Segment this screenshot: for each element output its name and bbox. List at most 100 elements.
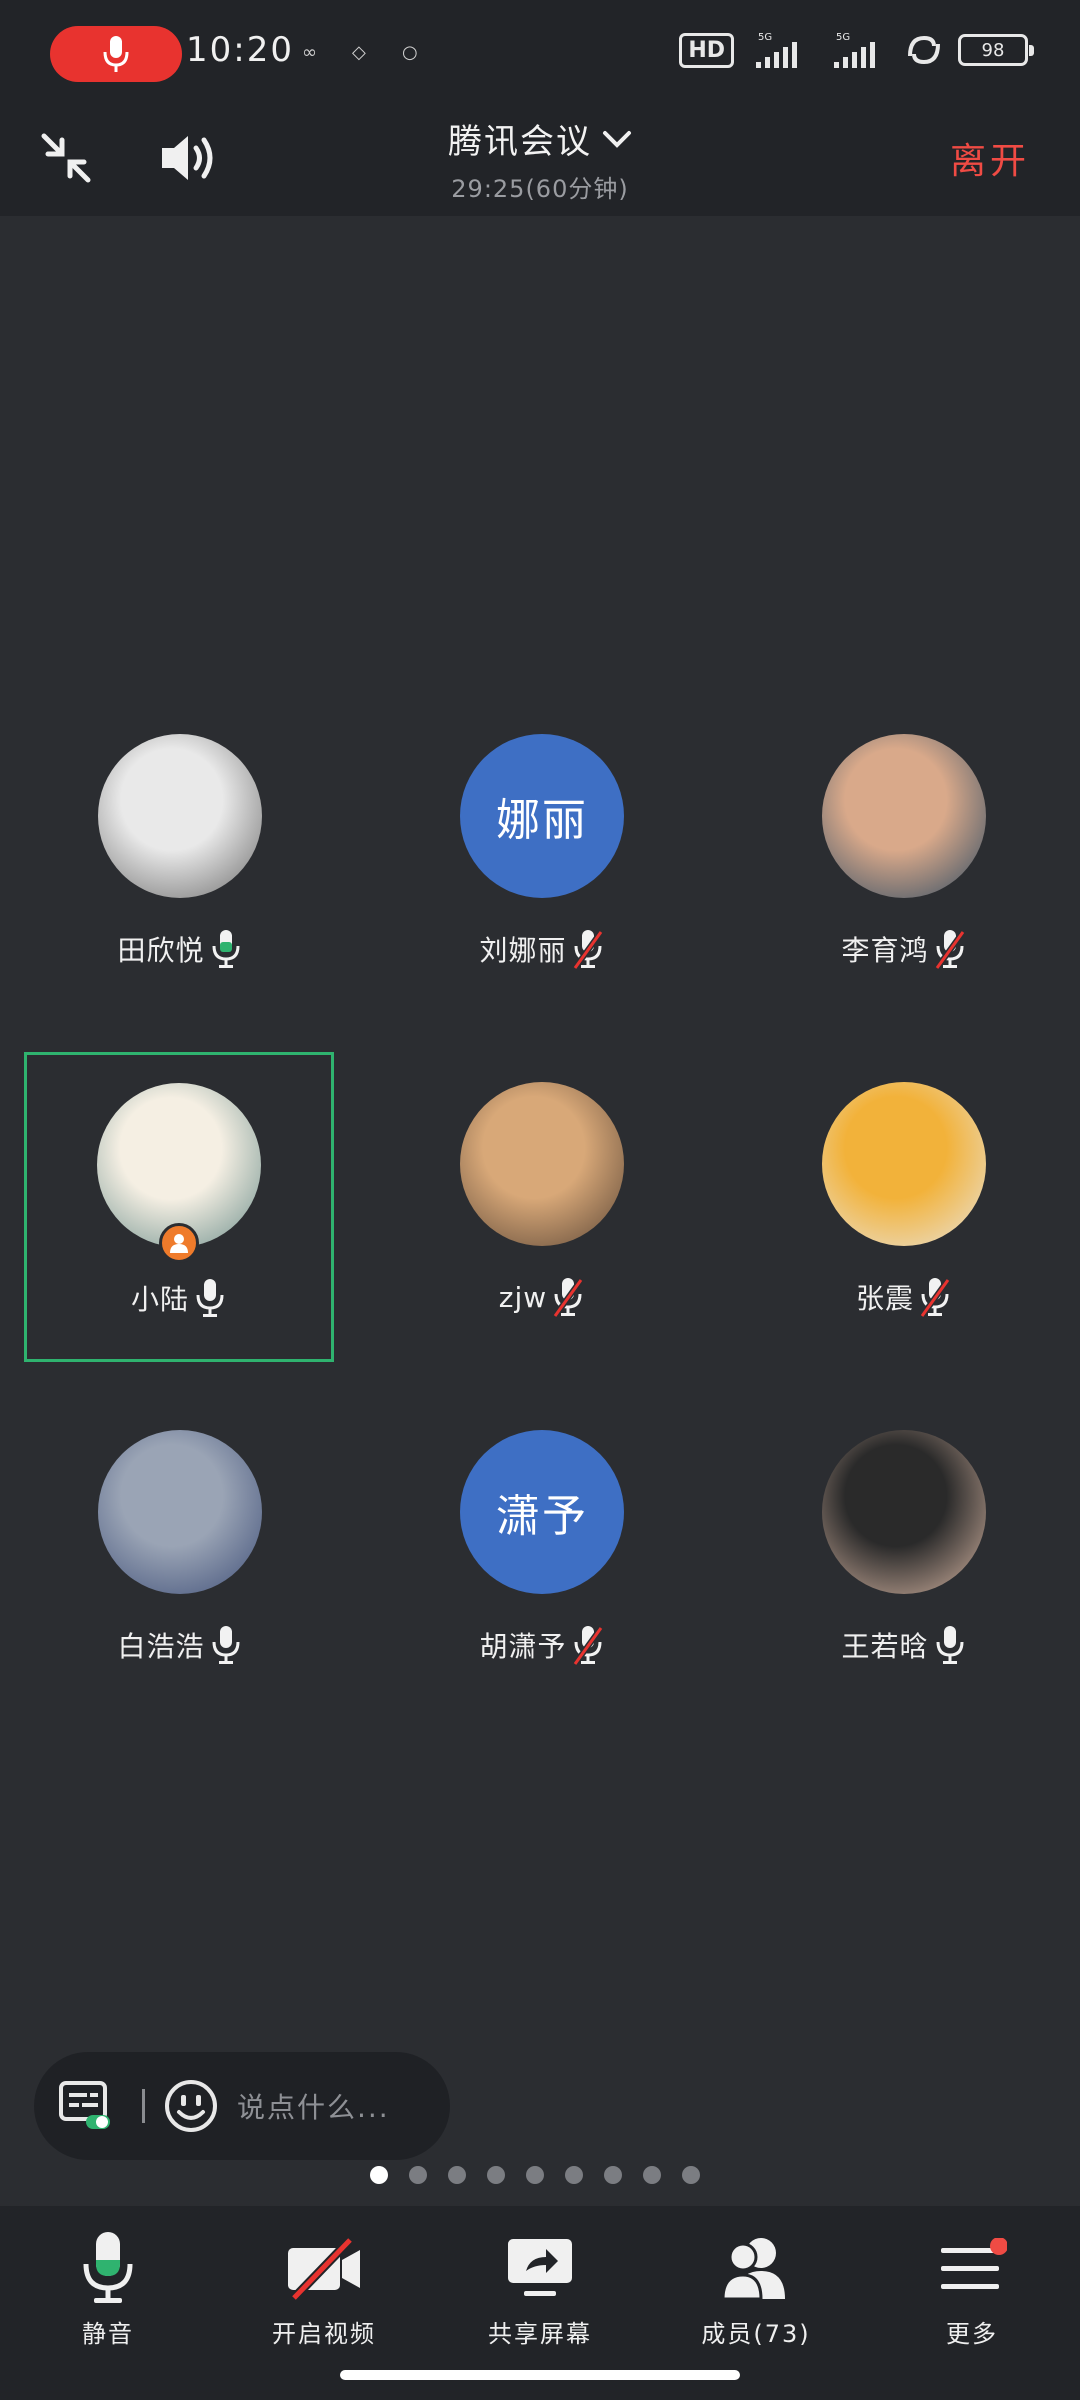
participant-tile[interactable]: 潇予 胡潇予 xyxy=(386,1412,696,1722)
participant-tile[interactable]: 田欣悦 xyxy=(24,716,334,1026)
svg-text:5G: 5G xyxy=(836,32,850,43)
participant-tile[interactable]: zjw xyxy=(386,1064,696,1374)
chat-input[interactable]: 说点什么... xyxy=(237,2086,390,2126)
participant-tile[interactable]: 李育鸿 xyxy=(748,716,1058,1026)
members-icon xyxy=(721,2238,785,2301)
page-dot[interactable] xyxy=(643,2166,661,2184)
mic-muted-icon xyxy=(572,930,603,970)
microphone-icon xyxy=(103,36,129,72)
participant-name-row: 张震 xyxy=(748,1276,1058,1318)
emoji-icon[interactable] xyxy=(163,2078,219,2134)
participant-mic-status xyxy=(934,928,965,970)
participant-name: 刘娜丽 xyxy=(479,934,567,967)
participant-name-row: 田欣悦 xyxy=(24,928,334,970)
avatar xyxy=(822,1430,986,1594)
participant-name-row: 刘娜丽 xyxy=(386,928,696,970)
page-indicator xyxy=(370,2166,700,2184)
avatar-initials: 娜丽 xyxy=(496,795,588,846)
participant-name-row: 白浩浩 xyxy=(24,1624,334,1666)
microphone-icon xyxy=(212,1626,239,1664)
share-screen-label: 共享屏幕 xyxy=(488,2320,592,2348)
avatar: 娜丽 xyxy=(460,734,624,898)
participant-tile[interactable]: 张震 xyxy=(748,1064,1058,1374)
participant-name-row: 小陆 xyxy=(23,1277,333,1319)
start-video-button[interactable]: 开启视频 xyxy=(244,2228,404,2349)
microphone-icon xyxy=(83,2232,133,2303)
more-button[interactable]: 更多 xyxy=(892,2228,1052,2349)
participant-mic-status xyxy=(211,1624,241,1666)
divider xyxy=(142,2089,145,2123)
mute-button[interactable]: 静音 xyxy=(28,2228,188,2349)
page-dot[interactable] xyxy=(448,2166,466,2184)
participant-name: 张震 xyxy=(855,1282,914,1315)
participant-mic-status xyxy=(572,928,603,970)
signal-icon: 5G xyxy=(834,32,875,68)
participant-name: 白浩浩 xyxy=(117,1630,205,1663)
participant-mic-status xyxy=(195,1277,225,1319)
participant-name-row: 王若晗 xyxy=(748,1624,1058,1666)
participant-tile[interactable]: 娜丽刘娜丽 xyxy=(386,716,696,1026)
page-dot[interactable] xyxy=(370,2166,388,2184)
signal-icon: 5G xyxy=(756,32,797,68)
battery-icon: 98 xyxy=(958,34,1034,66)
participant-mic-status xyxy=(553,1276,584,1318)
mute-label: 静音 xyxy=(82,2320,134,2348)
members-button[interactable]: 成员(73) xyxy=(676,2228,836,2349)
page-dot[interactable] xyxy=(526,2166,544,2184)
battery-level: 98 xyxy=(981,39,1005,61)
page-dot[interactable] xyxy=(409,2166,427,2184)
avatar xyxy=(98,734,262,898)
video-off-icon xyxy=(288,2236,360,2300)
participant-mic-status xyxy=(935,1624,965,1666)
clock: 10:20 xyxy=(186,30,294,70)
avatar xyxy=(98,1430,262,1594)
participant-mic-status xyxy=(572,1624,603,1666)
start-video-label: 开启视频 xyxy=(272,2320,376,2348)
participant-tile[interactable]: 白浩浩 xyxy=(24,1412,334,1722)
mic-muted-icon xyxy=(934,930,965,970)
subtitle-icon[interactable] xyxy=(58,2079,114,2133)
page-dot[interactable] xyxy=(487,2166,505,2184)
menu-icon xyxy=(941,2238,1007,2289)
avatar xyxy=(822,1082,986,1246)
participant-tile[interactable]: 小陆 xyxy=(24,1052,334,1362)
participant-name: 李育鸿 xyxy=(841,934,929,967)
hd-icon: HD xyxy=(679,32,734,68)
more-label: 更多 xyxy=(946,2320,998,2348)
participant-name: 田欣悦 xyxy=(117,934,205,967)
meeting-duration: 29:25(60分钟) xyxy=(451,175,629,203)
participant-mic-status xyxy=(920,1276,950,1318)
link-icon xyxy=(908,35,940,65)
notification-icon: ○ xyxy=(402,42,418,63)
participant-name-row: 胡潇予 xyxy=(386,1624,696,1666)
participant-name-row: zjw xyxy=(386,1276,696,1318)
host-badge-icon xyxy=(159,1223,199,1263)
page-dot[interactable] xyxy=(565,2166,583,2184)
meeting-title: 腾讯会议 xyxy=(448,122,592,162)
avatar xyxy=(460,1082,624,1246)
recording-indicator[interactable] xyxy=(50,26,182,82)
participant-name: 王若晗 xyxy=(841,1630,929,1663)
participant-name: 小陆 xyxy=(130,1283,189,1316)
chevron-down-icon xyxy=(603,130,631,148)
notification-icon: ◇ xyxy=(352,42,366,63)
notification-icon: ∞ xyxy=(302,42,317,63)
status-bar: 10:20 ∞ ◇ ○ HD 5G 5G 98 xyxy=(0,0,1080,108)
chat-bar[interactable]: 说点什么... xyxy=(34,2052,450,2160)
microphone-icon xyxy=(936,1626,963,1664)
share-screen-icon xyxy=(508,2239,572,2296)
share-screen-button[interactable]: 共享屏幕 xyxy=(460,2228,620,2349)
microphone-icon xyxy=(196,1279,224,1317)
home-indicator[interactable] xyxy=(340,2370,740,2380)
mic-muted-icon xyxy=(553,1278,584,1318)
participant-name: zjw xyxy=(498,1280,548,1314)
page-dot[interactable] xyxy=(604,2166,622,2184)
meeting-header: 腾讯会议 29:25(60分钟) 离开 xyxy=(0,108,1080,216)
participant-tile[interactable]: 王若晗 xyxy=(748,1412,1058,1722)
members-label: 成员(73) xyxy=(701,2320,811,2348)
participant-name: 胡潇予 xyxy=(479,1630,567,1663)
page-dot[interactable] xyxy=(682,2166,700,2184)
mic-muted-icon xyxy=(920,1278,950,1318)
meeting-title-area[interactable]: 腾讯会议 29:25(60分钟) xyxy=(0,114,1080,204)
leave-button[interactable]: 离开 xyxy=(950,132,1030,184)
